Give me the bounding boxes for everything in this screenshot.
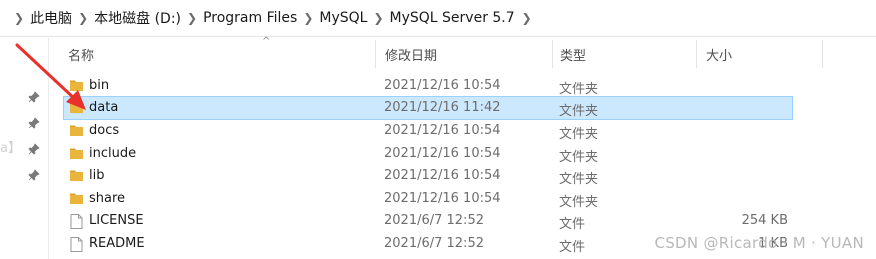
file-date: 2021/6/7 12:52 [384,236,484,251]
column-divider[interactable] [375,40,376,68]
breadcrumb-item-this-pc[interactable]: 此电脑 [30,8,72,28]
breadcrumb-item-mysql-server[interactable]: MySQL Server 5.7 [390,10,515,26]
pin-icon[interactable] [28,91,40,103]
breadcrumb-item-local-disk[interactable]: 本地磁盘 (D:) [94,8,181,28]
file-name: LICENSE [89,213,144,228]
file-name: data [89,100,119,115]
column-divider[interactable] [822,40,823,68]
column-divider[interactable] [696,40,697,68]
file-type: 文件 [559,240,586,255]
column-header-name[interactable]: 名称 [68,45,94,64]
column-header-date[interactable]: 修改日期 [385,45,437,64]
file-name: lib [89,168,105,183]
file-row[interactable]: docs 2021/12/16 10:54 文件夹 [64,120,792,142]
nav-pane-partial-label: a】 [0,141,21,156]
watermark: CSDN @Ricardo · M · YUAN [654,234,864,252]
chevron-right-icon[interactable]: ❯ [78,11,88,25]
chevron-right-icon[interactable]: ❯ [373,11,383,25]
file-icon [70,237,83,252]
file-row[interactable]: share 2021/12/16 10:54 文件夹 [64,188,792,210]
folder-icon [70,148,83,159]
file-row[interactable]: lib 2021/12/16 10:54 文件夹 [64,165,792,187]
folder-icon [70,193,83,204]
file-row[interactable]: LICENSE 2021/6/7 12:52 文件 254 KB [64,210,792,232]
folder-icon [70,80,83,91]
sort-ascending-icon: ^ [262,36,271,47]
column-header-size[interactable]: 大小 [706,45,732,64]
file-row[interactable]: bin 2021/12/16 10:54 文件夹 [64,75,792,97]
file-name: README [89,236,145,251]
column-header-type[interactable]: 类型 [560,45,586,64]
pin-icon[interactable] [28,143,40,155]
column-divider[interactable] [552,40,553,68]
file-row-selected[interactable]: data 2021/12/16 11:42 文件夹 [63,96,793,120]
pin-icon[interactable] [28,117,40,129]
folder-icon [70,102,83,113]
file-type: 文件夹 [559,127,599,142]
file-type: 文件夹 [559,172,599,187]
breadcrumb-item-program-files[interactable]: Program Files [203,10,297,26]
file-row[interactable]: include 2021/12/16 10:54 文件夹 [64,143,792,165]
chevron-right-icon[interactable]: ❯ [14,11,24,25]
column-header-row: ^ 名称 修改日期 类型 大小 [49,36,876,68]
file-name: share [89,191,126,206]
file-type: 文件 [559,217,586,232]
file-date: 2021/12/16 10:54 [384,78,501,93]
file-date: 2021/12/16 10:54 [384,123,501,138]
file-type: 文件夹 [559,195,599,210]
file-type: 文件夹 [559,82,599,97]
breadcrumb-item-mysql[interactable]: MySQL [319,10,367,26]
chevron-right-icon[interactable]: ❯ [522,11,532,25]
folder-icon [70,125,83,136]
file-name: include [89,146,137,161]
file-type: 文件夹 [559,104,599,119]
breadcrumb: ❯ 此电脑 ❯ 本地磁盘 (D:) ❯ Program Files ❯ MySQ… [0,0,876,37]
pin-icon[interactable] [28,169,40,181]
file-name: docs [89,123,120,138]
file-name: bin [89,78,110,93]
file-icon [70,214,83,229]
folder-icon [70,170,83,181]
pane-divider[interactable] [48,38,49,259]
file-date: 2021/12/16 10:54 [384,146,501,161]
chevron-right-icon[interactable]: ❯ [187,11,197,25]
file-type: 文件夹 [559,150,599,165]
file-date: 2021/12/16 10:54 [384,168,501,183]
file-date: 2021/6/7 12:52 [384,213,484,228]
chevron-right-icon[interactable]: ❯ [303,11,313,25]
file-size: 254 KB [741,213,788,228]
file-date: 2021/12/16 10:54 [384,191,501,206]
file-date: 2021/12/16 11:42 [384,100,501,115]
